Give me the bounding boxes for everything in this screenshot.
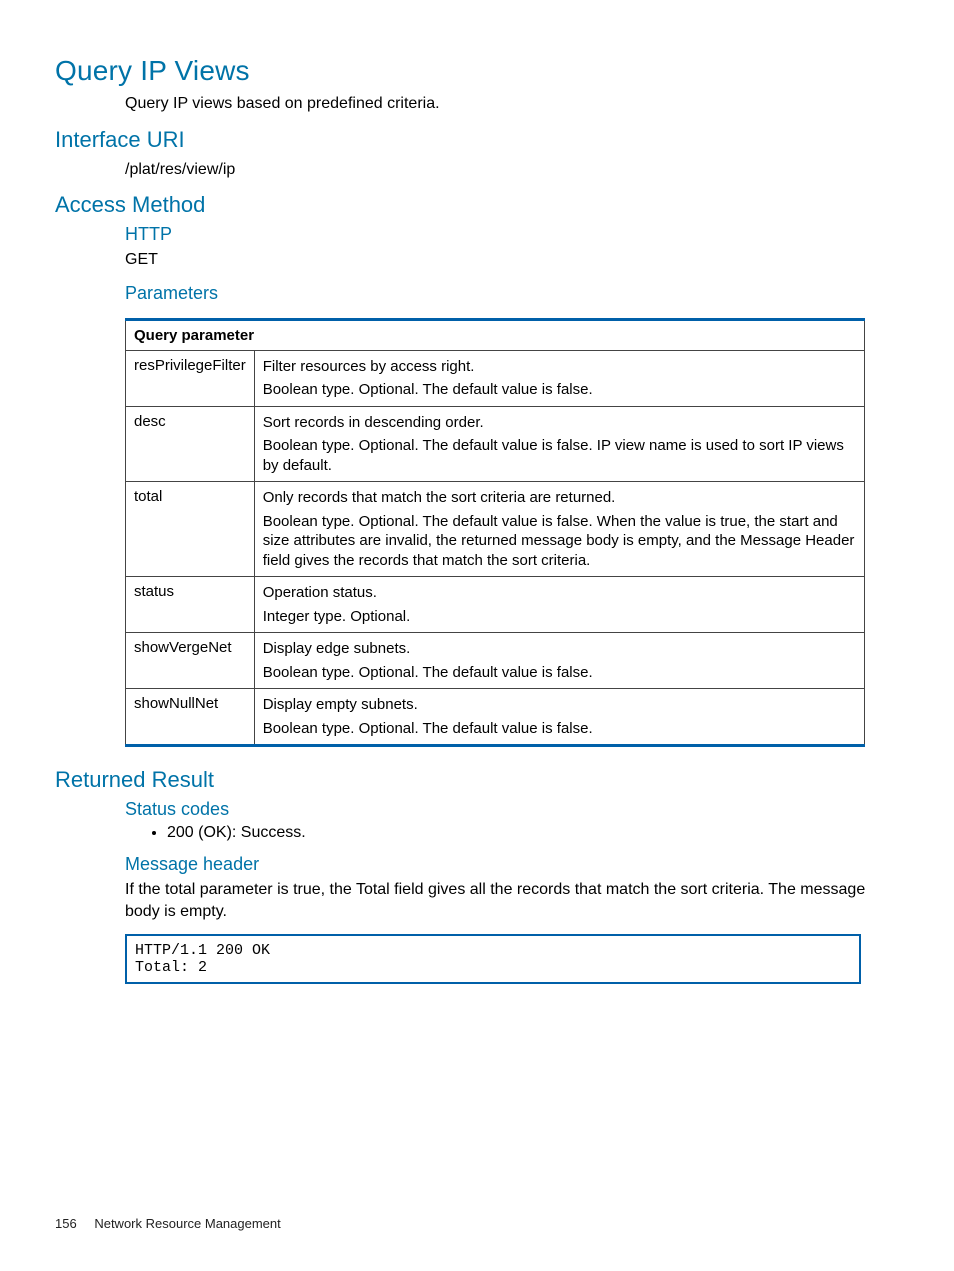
table-row: total Only records that match the sort c… — [126, 482, 865, 577]
page-number: 156 — [55, 1216, 77, 1231]
interface-uri-heading: Interface URI — [55, 127, 894, 153]
returned-result-heading: Returned Result — [55, 767, 894, 793]
page-footer: 156 Network Resource Management — [55, 1216, 281, 1231]
status-codes-list: 200 (OK): Success. — [55, 824, 894, 842]
intro-text: Query IP views based on predefined crite… — [125, 93, 894, 115]
param-description: Display empty subnets. Boolean type. Opt… — [254, 689, 864, 746]
param-description: Sort records in descending order. Boolea… — [254, 406, 864, 482]
access-method-heading: Access Method — [55, 192, 894, 218]
param-description: Filter resources by access right. Boolea… — [254, 350, 864, 406]
param-desc-line: Filter resources by access right. — [263, 357, 856, 377]
http-heading: HTTP — [125, 224, 894, 245]
message-header-text: If the total parameter is true, the Tota… — [125, 879, 894, 922]
param-desc-line: Operation status. — [263, 583, 856, 603]
param-desc-line: Sort records in descending order. — [263, 413, 856, 433]
param-description: Only records that match the sort criteri… — [254, 482, 864, 577]
param-desc-line: Boolean type. Optional. The default valu… — [263, 436, 856, 475]
param-name: total — [126, 482, 255, 577]
param-desc-line: Boolean type. Optional. The default valu… — [263, 512, 856, 571]
param-name: status — [126, 577, 255, 633]
status-code-item: 200 (OK): Success. — [167, 824, 894, 842]
param-name: resPrivilegeFilter — [126, 350, 255, 406]
param-name: desc — [126, 406, 255, 482]
param-desc-line: Boolean type. Optional. The default valu… — [263, 663, 856, 683]
param-desc-line: Only records that match the sort criteri… — [263, 488, 856, 508]
param-desc-line: Display empty subnets. — [263, 695, 856, 715]
param-name: showVergeNet — [126, 633, 255, 689]
code-block: HTTP/1.1 200 OK Total: 2 — [125, 934, 861, 984]
table-header-cell: Query parameter — [126, 319, 865, 350]
parameters-heading: Parameters — [125, 283, 894, 304]
interface-uri-value: /plat/res/view/ip — [125, 159, 894, 181]
table-row: desc Sort records in descending order. B… — [126, 406, 865, 482]
page-title: Query IP Views — [55, 55, 894, 87]
http-method-value: GET — [125, 249, 894, 271]
param-desc-line: Boolean type. Optional. The default valu… — [263, 719, 856, 739]
param-description: Display edge subnets. Boolean type. Opti… — [254, 633, 864, 689]
document-page: Query IP Views Query IP views based on p… — [0, 0, 954, 1271]
table-row: status Operation status. Integer type. O… — [126, 577, 865, 633]
status-codes-heading: Status codes — [125, 799, 894, 820]
param-desc-line: Display edge subnets. — [263, 639, 856, 659]
param-desc-line: Integer type. Optional. — [263, 607, 856, 627]
param-name: showNullNet — [126, 689, 255, 746]
table-row: resPrivilegeFilter Filter resources by a… — [126, 350, 865, 406]
param-desc-line: Boolean type. Optional. The default valu… — [263, 380, 856, 400]
table-row: showNullNet Display empty subnets. Boole… — [126, 689, 865, 746]
query-parameters-table: Query parameter resPrivilegeFilter Filte… — [125, 318, 865, 748]
param-description: Operation status. Integer type. Optional… — [254, 577, 864, 633]
footer-section-name: Network Resource Management — [94, 1216, 280, 1231]
message-header-heading: Message header — [125, 854, 894, 875]
table-row: showVergeNet Display edge subnets. Boole… — [126, 633, 865, 689]
